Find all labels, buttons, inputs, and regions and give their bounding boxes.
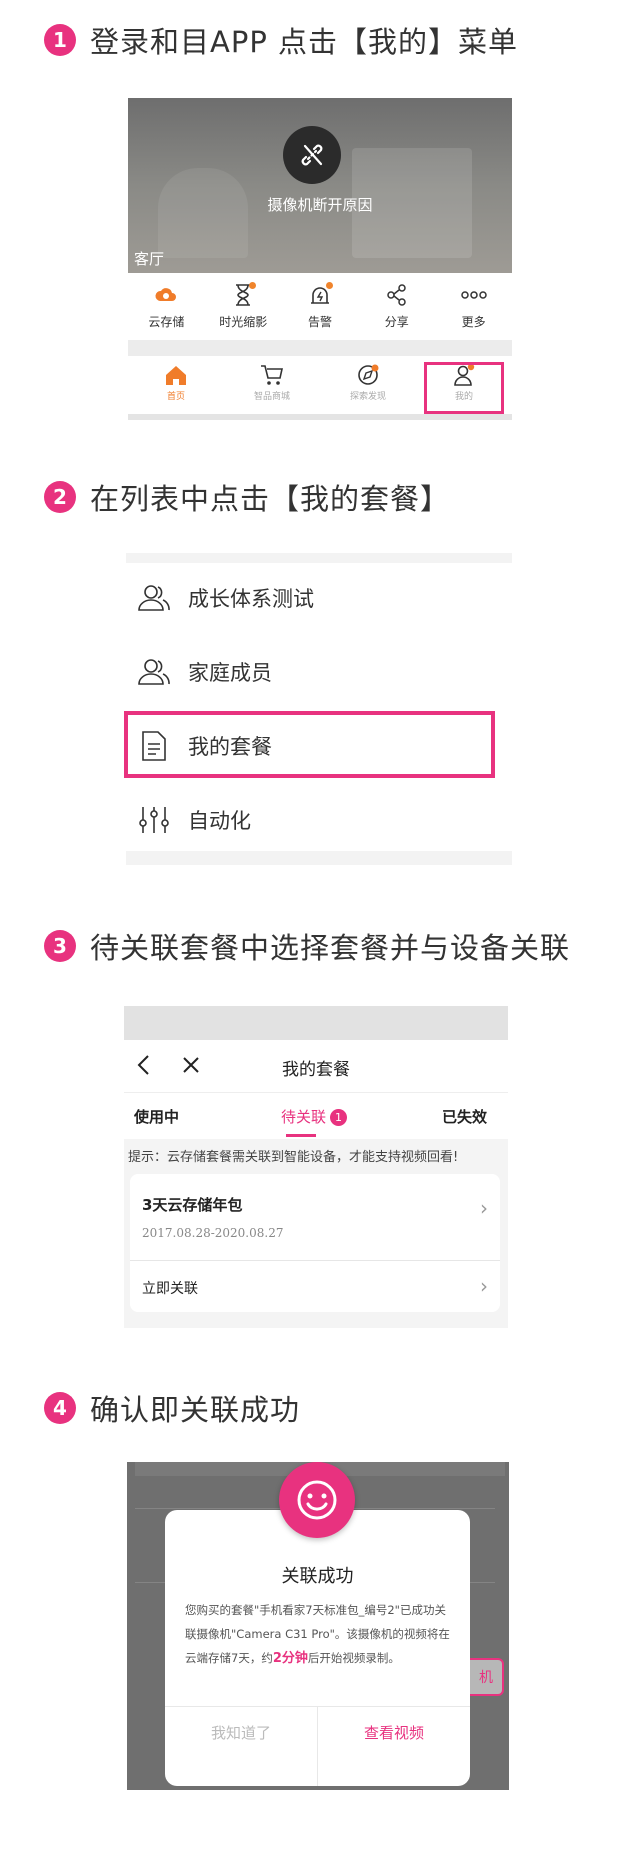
success-dialog: 关联成功 您购买的套餐"手机看家7天标准包_编号2"已成功关联摄像机"Camer… [165,1462,470,1786]
bottom-edge [128,414,512,420]
link-success-screenshot: 机 关联成功 您购买的套餐"手机看家7天标准包_编号2"已成功关联摄像机"Cam… [127,1462,509,1790]
tab-pending-label: 待关联 [281,1108,327,1126]
home-icon [166,366,186,385]
mine-tab-highlight [424,362,504,414]
hint-text: 提示：云存储套餐需关联到智能设备，才能支持视频回看! [128,1150,459,1165]
func-cloud-storage[interactable]: 云存储 [128,276,205,338]
background-button: 机 [470,1658,504,1696]
plan-card: 3天云存储年包 2017.08.28-2020.08.27 › 立即关联 › [130,1174,500,1312]
tab-label: 首页 [166,392,185,402]
disconnect-reason-text[interactable]: 摄像机断开原因 [128,194,512,215]
disconnect-icon[interactable] [283,126,341,184]
func-label: 云存储 [148,315,185,329]
notification-dot [325,282,333,289]
users-icon [136,580,172,616]
separator [128,340,512,356]
step-number: 1 [44,24,76,56]
step-text: 在列表中点击【我的套餐】 [90,482,451,516]
menu-item-family-members[interactable]: 家庭成员 [126,637,512,707]
top-band [126,553,512,563]
menu-item-growth-test[interactable]: 成长体系测试 [126,563,512,633]
active-tab-underline [286,1134,316,1137]
got-it-button[interactable]: 我知道了 [165,1722,317,1743]
bottom-band [126,851,512,865]
sliders-icon [136,802,172,838]
dialog-title: 关联成功 [281,1566,354,1587]
alarm-icon [307,282,333,308]
func-timelapse[interactable]: 时光缩影 [205,276,282,338]
step-text: 确认即关联成功 [90,1393,301,1427]
tab-label: 探索发现 [349,392,386,402]
func-label: 更多 [461,315,486,329]
message-highlight: 2分钟 [272,1651,308,1666]
my-plans-screenshot: 我的套餐 使用中 待关联 1 已失效 提示：云存储套餐需关联到智能设备，才能支持视… [124,1006,508,1328]
notification-dot [249,282,257,289]
chevron-right-icon[interactable]: › [480,1274,488,1298]
tab-explore[interactable]: 探索发现 [320,358,416,414]
menu-label: 成长体系测试 [188,587,314,611]
step-number: 4 [44,1392,76,1424]
tab-label: 智品商城 [253,392,290,402]
profile-menu-screenshot: 成长体系测试 家庭成员 我的套餐 自动化 [124,553,512,865]
step-4-title: 4 确认即关联成功 [44,1388,300,1428]
cloud-icon [153,282,179,308]
tab-expired[interactable]: 已失效 [442,1106,487,1127]
share-icon [384,282,410,308]
plan-name[interactable]: 3天云存储年包 [142,1194,242,1215]
camera-preview[interactable]: 摄像机断开原因 客厅 [128,98,512,273]
step-2-title: 2 在列表中点击【我的套餐】 [44,477,450,517]
pending-count-badge: 1 [330,1109,348,1126]
menu-item-automation[interactable]: 自动化 [126,785,512,855]
step-number: 3 [44,930,76,962]
nav-header: 我的套餐 [124,1040,508,1092]
tab-in-use[interactable]: 使用中 [134,1106,179,1127]
link-now-button[interactable]: 立即关联 [142,1278,198,1298]
func-share[interactable]: 分享 [358,276,435,338]
chevron-right-icon[interactable]: › [480,1196,488,1220]
func-more[interactable]: 更多 [435,276,512,338]
func-label: 分享 [384,315,409,329]
tab-home[interactable]: 首页 [128,358,224,414]
function-bar: 云存储 时光缩影 告警 分享 更多 [128,276,512,338]
smile-icon [279,1462,355,1538]
dialog-button-divider [317,1706,318,1786]
menu-label: 家庭成员 [188,661,272,685]
plan-tabs: 使用中 待关联 1 已失效 [124,1092,508,1139]
plan-date-range: 2017.08.28-2020.08.27 [142,1226,284,1240]
dialog-message: 您购买的套餐"手机看家7天标准包_编号2"已成功关联摄像机"Camera C31… [185,1598,453,1671]
room-label: 客厅 [134,250,165,268]
tab-mall[interactable]: 智品商城 [224,358,320,414]
hourglass-icon [230,282,257,308]
message-part: 后开始视频录制。 [307,1651,400,1665]
more-icon [460,282,487,308]
step-3-title: 3 待关联套餐中选择套餐并与设备关联 [44,926,570,966]
func-label: 告警 [307,315,332,329]
step-text: 待关联套餐中选择套餐并与设备关联 [90,931,571,965]
status-bar [124,1006,508,1040]
cart-icon [261,365,283,385]
menu-label: 自动化 [188,809,251,833]
users-icon [136,654,172,690]
divider [130,1260,500,1261]
step-1-title: 1 登录和目APP 点击【我的】菜单 [44,20,518,60]
page-title: 我的套餐 [282,1060,350,1080]
step-text: 登录和目APP 点击【我的】菜单 [90,25,519,59]
view-video-button[interactable]: 查看视频 [318,1722,470,1743]
app-home-screenshot: 摄像机断开原因 客厅 云存储 时光缩影 告警 分享 更多 首页 智品商城 探索发… [128,98,512,420]
func-label: 时光缩影 [219,315,268,329]
tab-pending[interactable]: 待关联 1 [281,1106,348,1127]
func-alarm[interactable]: 告警 [282,276,359,338]
my-plans-highlight [124,711,495,778]
explore-icon [358,364,379,385]
step-number: 2 [44,481,76,513]
